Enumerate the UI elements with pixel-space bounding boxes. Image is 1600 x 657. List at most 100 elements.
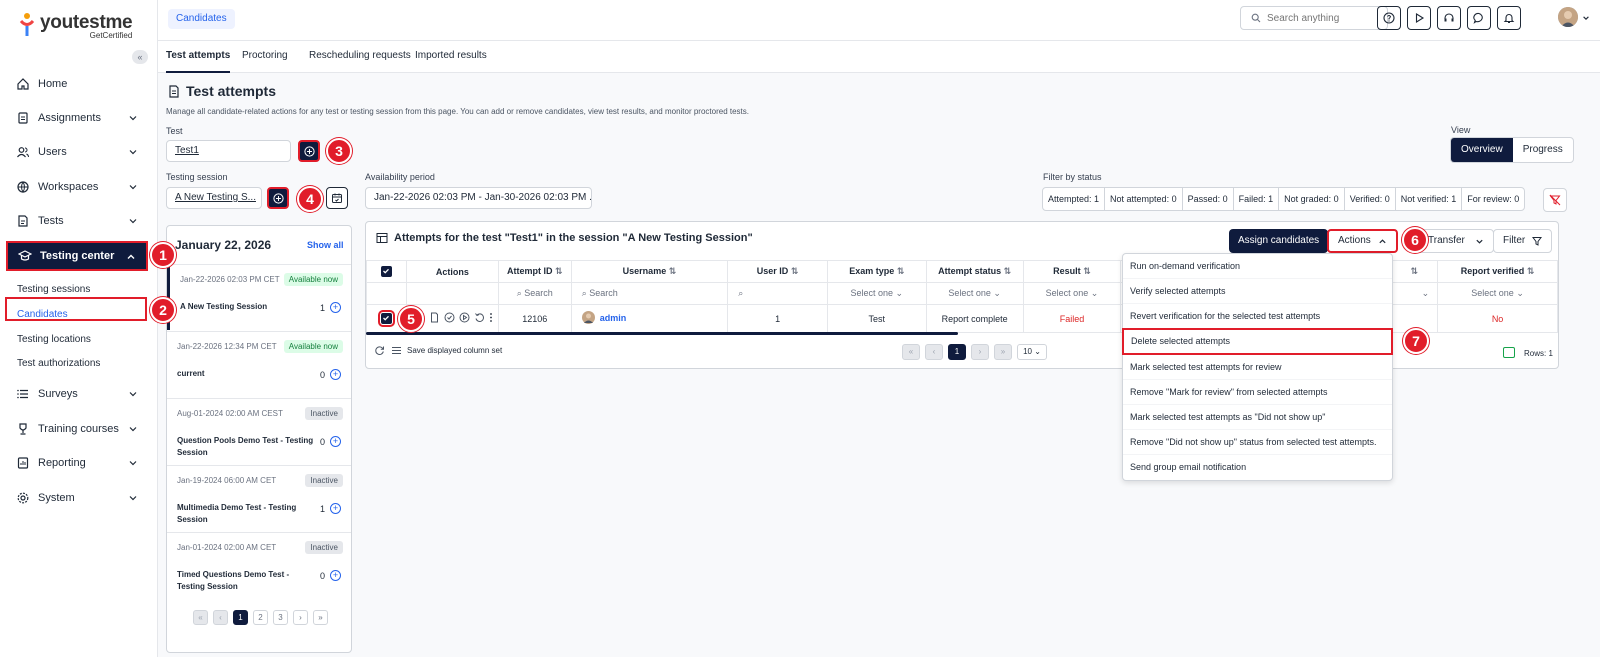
select-all-checkbox[interactable] xyxy=(380,265,392,277)
status-filter-attempted[interactable]: Attempted: 1 xyxy=(1043,188,1106,210)
status-filter-not-attempted[interactable]: Not attempted: 0 xyxy=(1105,188,1183,210)
filter-button[interactable]: Filter xyxy=(1493,229,1553,253)
status-filter-verified[interactable]: Verified: 0 xyxy=(1345,188,1396,210)
sidebar-subitem-candidates[interactable]: Candidates xyxy=(17,309,68,320)
chat-button[interactable] xyxy=(1467,6,1491,30)
testing-session-selector[interactable]: A New Testing S... xyxy=(166,187,262,209)
page-3-button[interactable]: 3 xyxy=(273,610,288,625)
column-result[interactable]: Result ⇅ xyxy=(1022,260,1122,283)
support-button[interactable] xyxy=(1437,6,1461,30)
status-filter-failed[interactable]: Failed: 1 xyxy=(1234,188,1280,210)
calendar-button[interactable] xyxy=(326,187,348,209)
first-page-button[interactable]: « xyxy=(902,344,920,360)
help-button[interactable] xyxy=(1377,6,1401,30)
row-checkbox[interactable] xyxy=(377,309,395,327)
sidebar-item-system[interactable]: System xyxy=(6,484,148,512)
menu-remove-did-not-show-up[interactable]: Remove "Did not show up" status from sel… xyxy=(1123,430,1392,455)
sidebar-item-home[interactable]: Home xyxy=(6,70,148,98)
tab-imported-results[interactable]: Imported results xyxy=(415,41,487,73)
notifications-button[interactable] xyxy=(1497,6,1521,30)
exam-type-filter[interactable]: Select one ⌄ xyxy=(826,282,927,305)
last-page-button[interactable]: » xyxy=(313,610,328,625)
avatar-menu-chevron[interactable] xyxy=(1582,14,1590,22)
column-attempt-status[interactable]: Attempt status ⇅ xyxy=(925,260,1024,283)
menu-run-on-demand-verification[interactable]: Run on-demand verification xyxy=(1123,254,1392,279)
add-candidate-icon[interactable]: + xyxy=(330,503,341,514)
sidebar-subitem-test-authorizations[interactable]: Test authorizations xyxy=(17,358,100,369)
status-filter-not-verified[interactable]: Not verified: 1 xyxy=(1396,188,1463,210)
sidebar-item-training-courses[interactable]: Training courses xyxy=(6,415,148,443)
brand-logo[interactable]: youtestme GetCertified xyxy=(18,12,133,40)
prev-page-button[interactable]: ‹ xyxy=(925,344,943,360)
sidebar-item-reporting[interactable]: Reporting xyxy=(6,449,148,477)
add-candidate-icon[interactable]: + xyxy=(330,570,341,581)
menu-delete-selected[interactable]: Delete selected attempts xyxy=(1122,328,1393,355)
first-page-button[interactable]: « xyxy=(193,610,208,625)
report-verified-filter[interactable]: Select one ⌄ xyxy=(1437,282,1558,305)
sidebar-subitem-testing-locations[interactable]: Testing locations xyxy=(17,334,91,345)
result-filter[interactable]: Select one ⌄ xyxy=(1022,282,1122,305)
last-page-button[interactable]: » xyxy=(994,344,1012,360)
user-avatar[interactable] xyxy=(1558,7,1578,27)
menu-revert-verification[interactable]: Revert verification for the selected tes… xyxy=(1123,304,1392,329)
tab-proctoring[interactable]: Proctoring xyxy=(242,41,288,73)
page-2-button[interactable]: 2 xyxy=(253,610,268,625)
save-column-set-link[interactable]: Save displayed column set xyxy=(407,346,502,355)
column-exam-type[interactable]: Exam type ⇅ xyxy=(826,260,927,283)
sidebar-item-assignments[interactable]: Assignments xyxy=(6,104,148,132)
add-candidate-icon[interactable]: + xyxy=(330,369,341,380)
show-all-link[interactable]: Show all xyxy=(307,240,344,250)
clear-filter-button[interactable] xyxy=(1543,188,1567,212)
add-candidate-icon[interactable]: + xyxy=(330,436,341,447)
next-page-button[interactable]: › xyxy=(971,344,989,360)
prev-page-button[interactable]: ‹ xyxy=(213,610,228,625)
column-username[interactable]: Username ⇅ xyxy=(570,260,729,283)
tab-test-attempts[interactable]: Test attempts xyxy=(166,41,231,73)
test-selector[interactable]: Test1 xyxy=(166,140,291,162)
session-card[interactable]: Jan-22-2026 12:34 PM CET Available now c… xyxy=(167,331,351,397)
select-test-button[interactable] xyxy=(298,140,320,162)
column-attempt-id[interactable]: Attempt ID ⇅ xyxy=(497,260,572,283)
check-circle-icon[interactable] xyxy=(444,312,455,323)
page-1-button[interactable]: 1 xyxy=(948,344,966,360)
sidebar-item-workspaces[interactable]: Workspaces xyxy=(6,173,148,201)
collapse-sidebar-button[interactable]: « xyxy=(132,50,148,64)
play-button[interactable] xyxy=(1407,6,1431,30)
session-card[interactable]: Jan-19-2024 06:00 AM CET Inactive Multim… xyxy=(167,465,351,531)
page-size-select[interactable]: 10 ⌄ xyxy=(1017,344,1047,360)
menu-mark-did-not-show-up[interactable]: Mark selected test attempts as "Did not … xyxy=(1123,405,1392,430)
sidebar-item-tests[interactable]: Tests xyxy=(6,207,148,235)
user-id-filter[interactable]: ⌕ xyxy=(727,282,828,305)
menu-mark-for-review[interactable]: Mark selected test attempts for review xyxy=(1123,355,1392,380)
document-icon[interactable] xyxy=(429,312,440,323)
menu-remove-mark-for-review[interactable]: Remove "Mark for review" from selected a… xyxy=(1123,380,1392,405)
search-input[interactable] xyxy=(1267,12,1377,24)
actions-button[interactable]: Actions xyxy=(1327,229,1398,253)
sidebar-item-testing-center[interactable]: Testing center xyxy=(6,241,148,271)
menu-icon[interactable] xyxy=(391,345,402,356)
menu-send-group-email[interactable]: Send group email notification xyxy=(1123,455,1392,480)
select-session-button[interactable] xyxy=(267,187,289,209)
add-candidate-icon[interactable]: + xyxy=(330,302,341,313)
status-filter-for-review[interactable]: For review: 0 xyxy=(1462,188,1524,210)
next-page-button[interactable]: › xyxy=(293,610,308,625)
play-circle-icon[interactable] xyxy=(459,312,470,323)
breadcrumb[interactable]: Candidates xyxy=(168,9,235,29)
availability-period[interactable]: Jan-22-2026 02:03 PM - Jan-30-2026 02:03… xyxy=(365,187,592,209)
attempt-id-filter[interactable]: ⌕ Search xyxy=(497,282,572,305)
view-progress-button[interactable]: Progress xyxy=(1513,138,1573,162)
global-search[interactable] xyxy=(1240,6,1388,30)
session-card[interactable]: Jan-01-2024 02:00 AM CET Inactive Timed … xyxy=(167,532,351,598)
sidebar-item-surveys[interactable]: Surveys xyxy=(6,380,148,408)
session-card[interactable]: Aug-01-2024 02:00 AM CEST Inactive Quest… xyxy=(167,398,351,464)
column-report-verified[interactable]: Report verified ⇅ xyxy=(1437,260,1558,283)
page-1-button[interactable]: 1 xyxy=(233,610,248,625)
menu-verify-selected[interactable]: Verify selected attempts xyxy=(1123,279,1392,304)
sidebar-subitem-testing-sessions[interactable]: Testing sessions xyxy=(17,284,90,295)
excel-export-icon[interactable] xyxy=(1503,347,1515,358)
assign-candidates-button[interactable]: Assign candidates xyxy=(1229,229,1329,253)
view-overview-button[interactable]: Overview xyxy=(1451,138,1513,162)
status-filter-passed[interactable]: Passed: 0 xyxy=(1183,188,1234,210)
username-filter[interactable]: ⌕ Search xyxy=(570,282,729,305)
status-filter-not-graded[interactable]: Not graded: 0 xyxy=(1279,188,1345,210)
